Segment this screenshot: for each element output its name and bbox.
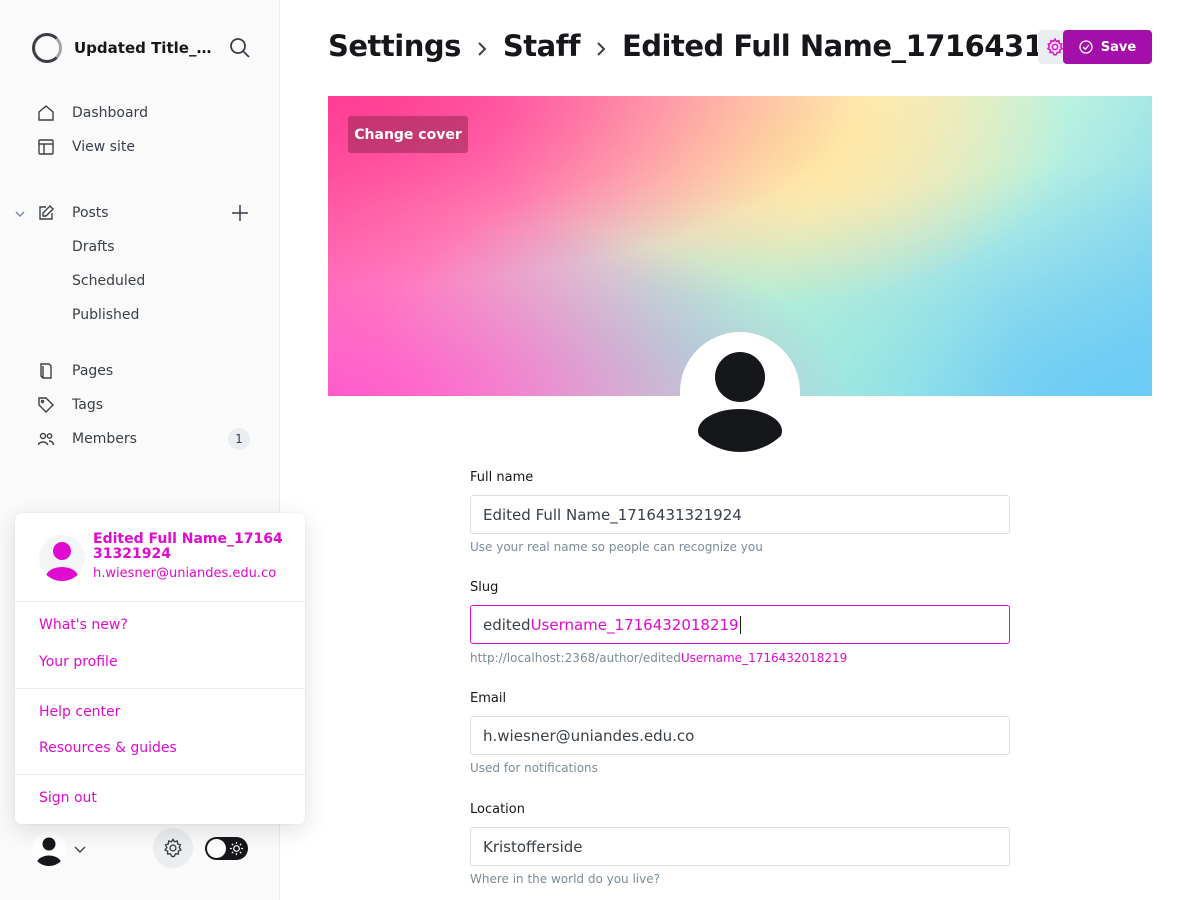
- breadcrumb-staff[interactable]: Staff: [503, 29, 581, 63]
- dark-mode-toggle[interactable]: [205, 837, 248, 860]
- email-group: Email h.wiesner@uniandes.edu.co Used for…: [470, 691, 1010, 775]
- sidebar-item-label: View site: [72, 139, 135, 155]
- sidebar-nav: Dashboard View site Posts Drafts Schedul…: [0, 96, 280, 456]
- slug-input[interactable]: edited Username_1716432018219: [470, 605, 1010, 644]
- sidebar: Updated Title_17... Dashboard View site …: [0, 0, 305, 900]
- sidebar-item-label: Dashboard: [72, 105, 148, 121]
- slug-hint-suffix: Username_1716432018219: [680, 651, 848, 665]
- sidebar-item-label: Scheduled: [72, 273, 146, 289]
- sidebar-item-tags[interactable]: Tags: [0, 388, 280, 422]
- tag-icon: [38, 397, 54, 413]
- profile-picture[interactable]: [680, 332, 800, 452]
- user-menu-email: h.wiesner@uniandes.edu.co: [93, 566, 277, 581]
- slug-group: Slug edited Username_1716432018219 http:/…: [470, 580, 1010, 665]
- site-title: Updated Title_17...: [74, 39, 214, 57]
- save-label: Save: [1100, 39, 1137, 55]
- full-name-group: Full name Edited Full Name_1716431321924…: [470, 470, 1010, 554]
- full-name-hint: Use your real name so people can recogni…: [470, 540, 763, 554]
- location-hint: Where in the world do you live?: [470, 872, 660, 886]
- sidebar-item-label: Pages: [72, 363, 114, 379]
- location-label: Location: [470, 802, 525, 817]
- menu-divider: [15, 774, 305, 775]
- site-brand[interactable]: Updated Title_17...: [32, 32, 252, 64]
- check-circle-icon: [1079, 40, 1093, 54]
- slug-value-suffix: Username_1716432018219: [530, 615, 739, 634]
- chevron-down-icon[interactable]: [73, 842, 87, 856]
- avatar: [39, 535, 85, 581]
- gear-icon: [1046, 37, 1064, 56]
- sidebar-item-published[interactable]: Published: [0, 298, 280, 332]
- user-icon: [37, 837, 61, 866]
- user-menu-name: Edited Full Name_1716431321924: [93, 531, 283, 562]
- sidebar-item-view-site[interactable]: View site: [0, 130, 280, 164]
- sidebar-item-posts[interactable]: Posts: [0, 196, 280, 230]
- home-icon: [38, 105, 54, 121]
- sidebar-item-members[interactable]: Members 1: [0, 422, 280, 456]
- breadcrumb: Settings Staff Edited Full Name_17164313…: [328, 26, 1123, 66]
- chevron-right-icon: [478, 42, 487, 56]
- slug-hint: http://localhost:2368/author/editedUsern…: [470, 651, 847, 665]
- location-input[interactable]: Kristofferside: [470, 827, 1010, 866]
- plus-icon[interactable]: [230, 203, 250, 223]
- user-menu-dropdown: Edited Full Name_1716431321924 h.wiesner…: [15, 513, 305, 824]
- sidebar-item-pages[interactable]: Pages: [0, 354, 280, 388]
- sign-out-link[interactable]: Sign out: [39, 790, 97, 806]
- user-avatar-button[interactable]: [32, 832, 66, 866]
- page-icon: [40, 363, 52, 379]
- layout-icon: [38, 139, 54, 155]
- save-button[interactable]: Save: [1063, 30, 1152, 64]
- whats-new-link[interactable]: What's new?: [39, 617, 128, 633]
- toggle-knob: [207, 839, 226, 858]
- resources-guides-link[interactable]: Resources & guides: [39, 740, 177, 756]
- sidebar-item-label: Posts: [72, 205, 109, 221]
- breadcrumb-settings[interactable]: Settings: [328, 29, 461, 63]
- slug-value-prefix: edited: [483, 615, 531, 634]
- email-label: Email: [470, 691, 507, 706]
- user-menu-header: Edited Full Name_1716431321924 h.wiesner…: [15, 513, 305, 602]
- search-icon[interactable]: [228, 36, 252, 60]
- text-caret: [739, 615, 741, 634]
- menu-divider: [15, 688, 305, 689]
- full-name-label: Full name: [470, 470, 534, 485]
- user-icon: [46, 542, 78, 581]
- sun-icon: [229, 841, 244, 856]
- edit-icon: [39, 205, 54, 220]
- slug-hint-prefix: http://localhost:2368/author/edited: [470, 651, 681, 665]
- user-icon: [698, 352, 782, 452]
- settings-button[interactable]: [153, 828, 193, 868]
- email-field[interactable]: h.wiesner@uniandes.edu.co: [470, 716, 1010, 755]
- your-profile-link[interactable]: Your profile: [39, 654, 118, 670]
- site-logo-icon: [32, 33, 62, 63]
- members-count-badge: 1: [228, 428, 250, 450]
- location-group: Location Kristofferside Where in the wor…: [470, 802, 1010, 886]
- main-content: Settings Staff Edited Full Name_17164313…: [280, 0, 1200, 900]
- slug-label: Slug: [470, 580, 499, 595]
- help-center-link[interactable]: Help center: [39, 704, 120, 720]
- sidebar-item-label: Drafts: [72, 239, 115, 255]
- sidebar-item-label: Members: [72, 431, 137, 447]
- sidebar-item-scheduled[interactable]: Scheduled: [0, 264, 280, 298]
- members-icon: [37, 432, 55, 446]
- sidebar-item-label: Published: [72, 307, 140, 323]
- chevron-down-icon[interactable]: [14, 208, 26, 220]
- gear-icon: [164, 837, 182, 858]
- sidebar-item-dashboard[interactable]: Dashboard: [0, 96, 280, 130]
- sidebar-item-label: Tags: [72, 397, 103, 413]
- app-window: Updated Title_17... Dashboard View site …: [0, 0, 1200, 900]
- email-hint: Used for notifications: [470, 761, 598, 775]
- change-cover-button[interactable]: Change cover: [348, 116, 468, 153]
- chevron-right-icon: [597, 42, 606, 56]
- sidebar-item-drafts[interactable]: Drafts: [0, 230, 280, 264]
- full-name-input[interactable]: Edited Full Name_1716431321924: [470, 495, 1010, 534]
